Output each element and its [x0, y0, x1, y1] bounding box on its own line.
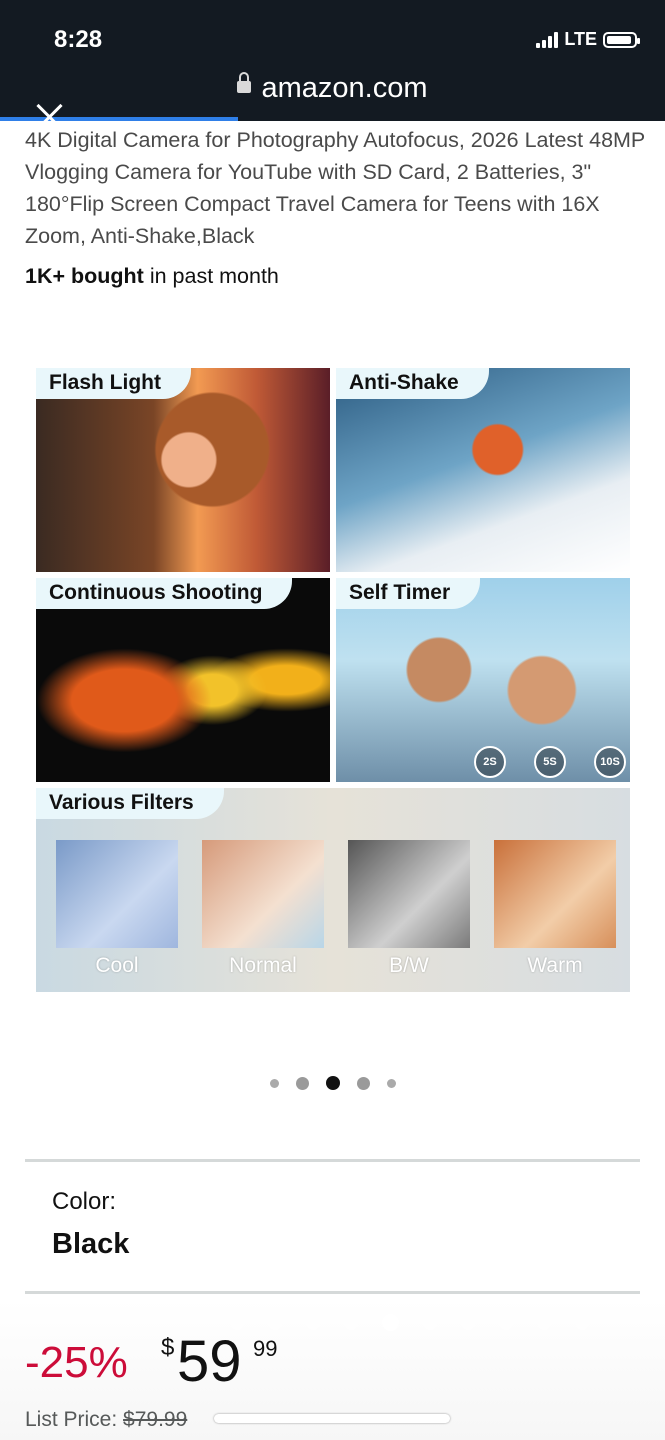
- tile-self-timer: Self Timer 2S 5S 10S: [336, 578, 630, 782]
- tile-label: Self Timer: [336, 578, 481, 609]
- url-bar[interactable]: amazon.com: [0, 72, 665, 105]
- product-image[interactable]: Flash Light Anti-Shake Continuous Shooti…: [36, 368, 630, 992]
- signal-icon: [536, 31, 559, 48]
- filter-thumbnail: [202, 840, 324, 948]
- tile-label: Various Filters: [36, 788, 224, 819]
- timer-icon: 10S: [594, 746, 626, 778]
- carousel-dots[interactable]: [0, 1076, 665, 1090]
- timer-icon: 5S: [534, 746, 566, 778]
- battery-icon: [603, 31, 640, 48]
- price-whole: 59: [177, 1329, 242, 1394]
- lock-icon: [237, 72, 252, 94]
- filter-thumbnail: [348, 840, 470, 948]
- timer-icon: 2S: [474, 746, 506, 778]
- network-type: LTE: [564, 29, 597, 49]
- tile-anti-shake: Anti-Shake: [336, 368, 630, 572]
- carousel-dot[interactable]: [386, 1078, 396, 1088]
- tile-continuous-shooting: Continuous Shooting: [36, 578, 330, 782]
- tile-label: Continuous Shooting: [36, 578, 293, 609]
- tile-label: Flash Light: [36, 368, 191, 399]
- bought-rest: in past month: [143, 264, 279, 288]
- filter-thumbnail: [494, 840, 616, 948]
- list-price-value: $79.99: [123, 1408, 188, 1431]
- filter-samples: Cool Normal B/W Warm: [56, 840, 616, 978]
- carousel-dot[interactable]: [325, 1076, 340, 1090]
- tile-various-filters: Various Filters Cool Normal B/W Warm: [36, 788, 630, 992]
- home-indicator[interactable]: [214, 1414, 450, 1423]
- filter-sample: Cool: [56, 840, 178, 978]
- bought-count: 1K+ bought in past month: [25, 264, 279, 289]
- divider: [25, 1159, 640, 1162]
- tile-flash-light: Flash Light: [36, 368, 330, 572]
- filter-label: Normal: [229, 954, 297, 977]
- product-title: 4K Digital Camera for Photography Autofo…: [25, 128, 645, 248]
- carousel-dot[interactable]: [356, 1076, 370, 1090]
- color-value: Black: [52, 1228, 130, 1260]
- filter-sample: Warm: [494, 840, 616, 978]
- filter-label: Cool: [95, 954, 139, 977]
- carousel-dot[interactable]: [269, 1078, 279, 1088]
- browser-top-bar: 8:28 LTE amazon.com: [0, 0, 665, 121]
- status-indicators: LTE: [536, 29, 640, 50]
- divider: [25, 1291, 640, 1294]
- price-currency: $: [161, 1334, 175, 1361]
- filter-sample: B/W: [348, 840, 470, 978]
- discount-percent: -25%: [25, 1338, 128, 1387]
- status-time: 8:28: [54, 26, 103, 53]
- list-price-label: List Price:: [25, 1408, 124, 1431]
- scroll-page-dots: [230, 1314, 589, 1331]
- color-label: Color:: [52, 1188, 117, 1215]
- timer-badges: 2S 5S 10S: [474, 746, 626, 778]
- filter-label: B/W: [389, 954, 429, 977]
- bought-bold: 1K+ bought: [25, 264, 144, 288]
- url-text: amazon.com: [261, 72, 428, 104]
- filter-label: Warm: [527, 954, 583, 977]
- tile-label: Anti-Shake: [336, 368, 489, 399]
- list-price: List Price: $79.99: [25, 1408, 187, 1432]
- filter-sample: Normal: [202, 840, 324, 978]
- carousel-dot[interactable]: [295, 1076, 309, 1090]
- filter-thumbnail: [56, 840, 178, 948]
- price-cents: 99: [253, 1336, 278, 1361]
